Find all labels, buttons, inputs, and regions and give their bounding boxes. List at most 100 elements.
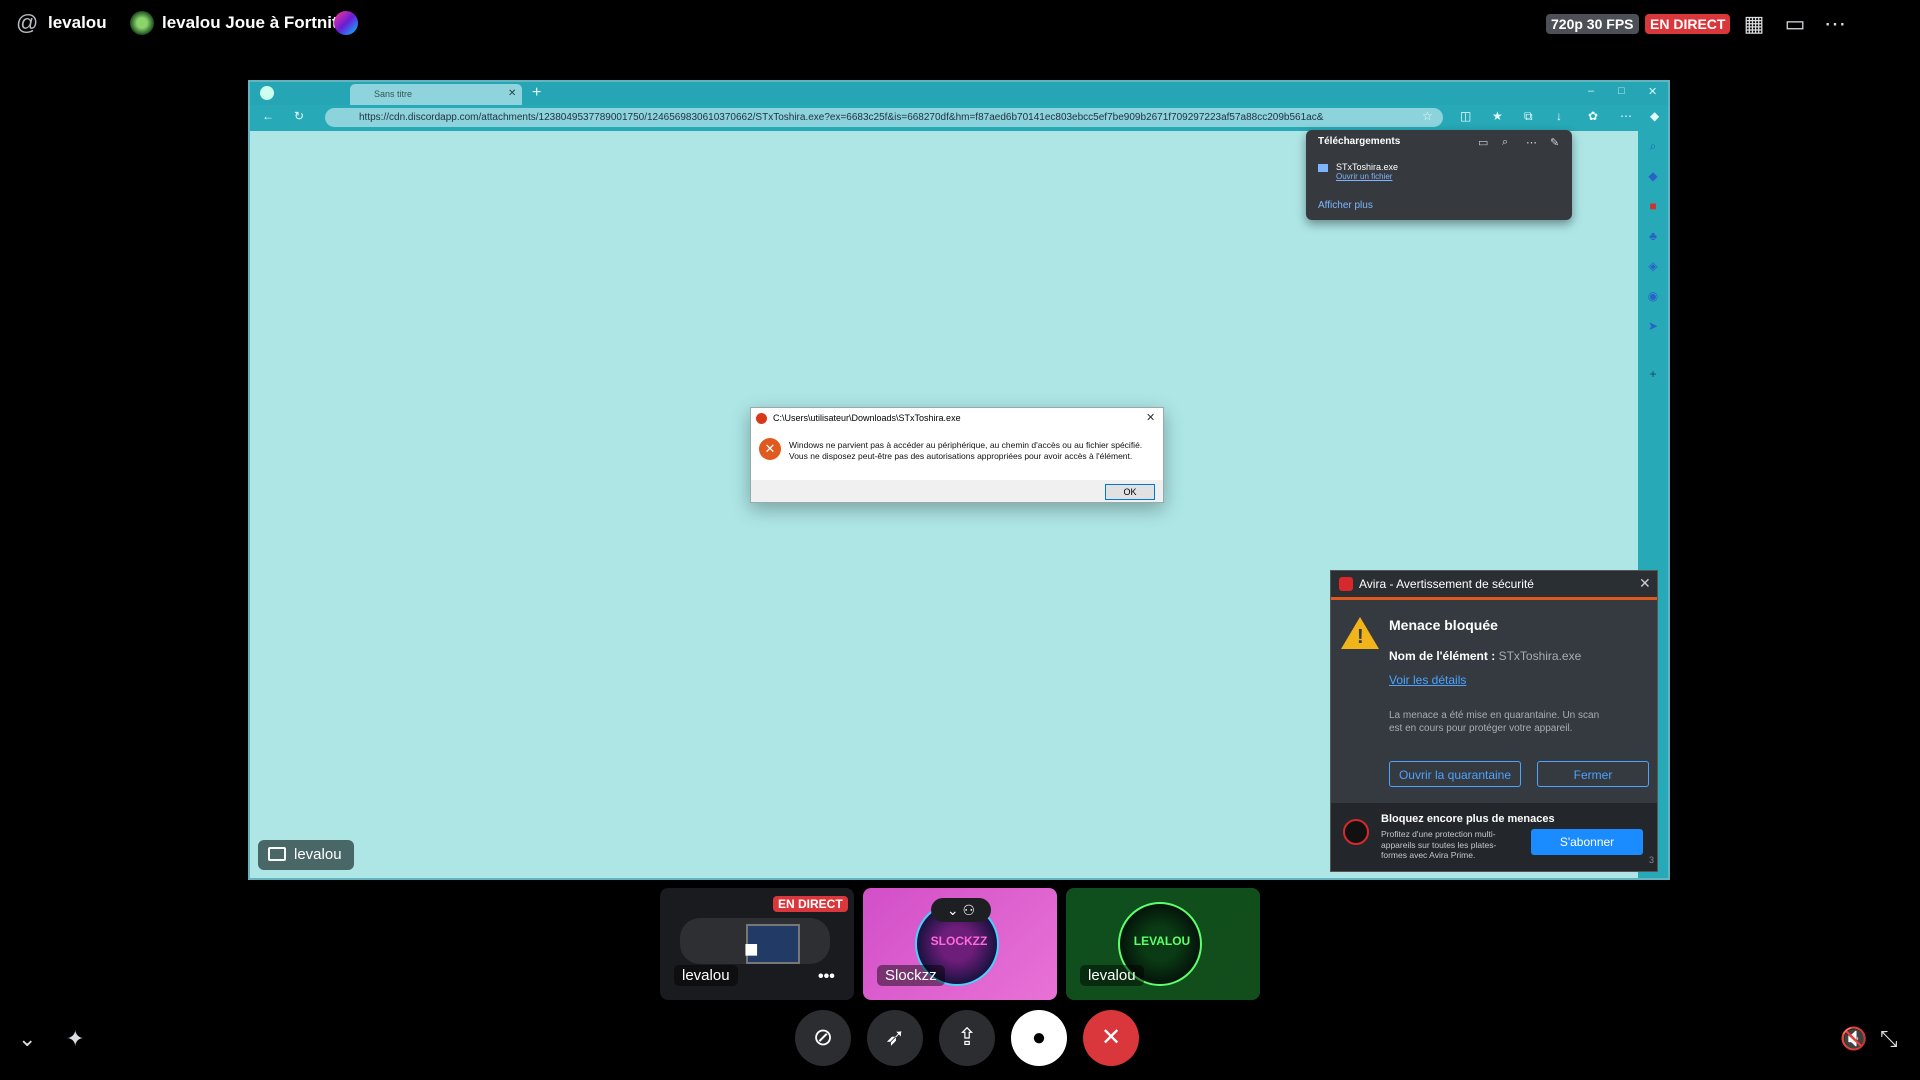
browser-nav-bar: ← ↻ https://cdn.discordapp.com/attachmen… xyxy=(250,105,1668,131)
open-file-link[interactable]: Ouvrir un fichier xyxy=(1336,172,1392,181)
favorites-icon[interactable]: ★ xyxy=(1492,109,1503,123)
new-tab-icon[interactable]: + xyxy=(532,84,541,102)
browser-tab-strip: Sans titre ✕ + – □ ✕ xyxy=(250,82,1668,105)
collections-icon[interactable]: ⧉ xyxy=(1524,109,1533,124)
error-line-2: Vous ne disposez peut-être pas des autor… xyxy=(789,451,1133,461)
disconnect-button[interactable]: ✕ xyxy=(1083,1010,1139,1066)
volume-muted-icon[interactable]: 🔇 xyxy=(1840,1026,1867,1052)
promo-title: Bloquez encore plus de menaces xyxy=(1381,813,1555,825)
promo-text: Profitez d'une protection multi-appareil… xyxy=(1381,829,1497,860)
grid-layout-icon[interactable]: ▦ xyxy=(1742,12,1766,36)
favorite-star-icon[interactable]: ☆ xyxy=(1422,109,1433,123)
item-name-label: Nom de l'élément : xyxy=(1389,649,1496,663)
tile-name: levalou xyxy=(1080,965,1144,986)
download-filename[interactable]: STxToshira.exe xyxy=(1336,162,1398,172)
url-bar[interactable]: https://cdn.discordapp.com/attachments/1… xyxy=(325,108,1443,127)
sidebar-tools-icon[interactable]: ■ xyxy=(1646,199,1660,213)
participant-tile-slockzz[interactable]: SLOCKZZ ⌄ ⚇ Slockzz xyxy=(863,888,1057,1000)
downloads-icon[interactable]: ↓ xyxy=(1556,109,1562,123)
sidebar-send-icon[interactable]: ➤ xyxy=(1646,319,1660,333)
camera-icon: ■ xyxy=(744,936,759,963)
sidebar-search-icon[interactable]: ⌕ xyxy=(1646,139,1660,153)
microphone-button[interactable]: ● xyxy=(1011,1010,1067,1066)
copilot-icon[interactable]: ◆ xyxy=(1650,109,1659,123)
game-avatar-icon xyxy=(130,11,154,35)
file-icon xyxy=(1318,164,1328,172)
avira-close-icon[interactable]: ✕ xyxy=(1639,575,1651,592)
ok-button[interactable]: OK xyxy=(1105,484,1155,500)
avira-promo: Bloquez encore plus de menaces Profitez … xyxy=(1331,803,1657,871)
downloads-search-icon[interactable]: ⌕ xyxy=(1502,136,1508,149)
screen-share-stream[interactable]: Sans titre ✕ + – □ ✕ ← ↻ https://cdn.dis… xyxy=(248,80,1670,880)
error-message: Windows ne parvient pas à accéder au pér… xyxy=(789,440,1159,462)
slockzz-avatar-text: SLOCKZZ xyxy=(930,934,988,948)
item-name-value: STxToshira.exe xyxy=(1498,649,1582,663)
threat-heading: Menace bloquée xyxy=(1389,617,1498,633)
top-bar: @ levalou levalou Joue à Fortnite 720p 3… xyxy=(0,0,1920,46)
levalou-avatar-text: LEVALOU xyxy=(1133,934,1191,948)
browser-tab[interactable]: Sans titre xyxy=(350,84,522,105)
show-more-link[interactable]: Afficher plus xyxy=(1318,200,1373,211)
at-icon: @ xyxy=(16,10,39,35)
participant-tile-levalou[interactable]: LEVALOU levalou xyxy=(1066,888,1260,1000)
channel-username[interactable]: levalou xyxy=(48,13,107,33)
stream-quality-badge: 720p 30 FPS xyxy=(1546,14,1639,34)
avira-logo-icon xyxy=(1339,577,1353,591)
maximize-icon[interactable]: □ xyxy=(1618,85,1625,97)
tile-controls[interactable]: ⌄ ⚇ xyxy=(931,898,991,922)
pin-icon[interactable]: ✎ xyxy=(1550,136,1559,149)
back-icon[interactable]: ← xyxy=(262,109,274,123)
more-options-icon[interactable]: ⋯ xyxy=(1823,12,1847,36)
activities-rocket-button[interactable]: ➶ xyxy=(867,1010,923,1066)
participant-tile-levalou-stream[interactable]: EN DIRECT ■ levalou ••• xyxy=(660,888,854,1000)
sidebar-outlook-icon[interactable]: ◉ xyxy=(1646,289,1660,303)
error-icon: ✕ xyxy=(759,438,781,460)
tab-close-icon[interactable]: ✕ xyxy=(508,88,516,99)
sidebar-add-icon[interactable]: + xyxy=(1646,367,1660,381)
popout-icon[interactable]: ▭ xyxy=(1783,12,1807,36)
stream-owner-tag: levalou xyxy=(258,840,354,870)
avira-alert: Avira - Avertissement de sécurité ✕ ! Me… xyxy=(1330,570,1658,872)
live-badge: EN DIRECT xyxy=(1645,14,1731,34)
error-dialog-title: C:\Users\utilisateur\Downloads\STxToshir… xyxy=(751,408,1163,428)
view-details-link[interactable]: Voir les détails xyxy=(1389,673,1466,687)
open-folder-icon[interactable]: ▭ xyxy=(1478,136,1488,149)
sidebar-office-icon[interactable]: ◈ xyxy=(1646,259,1660,273)
warning-exclamation: ! xyxy=(1357,626,1364,648)
screen-share-button[interactable]: ⇪ xyxy=(939,1010,995,1066)
downloads-more-icon[interactable]: ⋯ xyxy=(1526,136,1537,149)
screen-icon xyxy=(268,847,286,861)
refresh-icon[interactable]: ↻ xyxy=(294,109,304,123)
open-quarantine-button[interactable]: Ouvrir la quarantaine xyxy=(1389,761,1521,787)
sidebar-games-icon[interactable]: ♣ xyxy=(1646,229,1660,243)
browser-menu-icon[interactable]: ⋯ xyxy=(1620,109,1632,123)
sidebar-tag-icon[interactable]: ◆ xyxy=(1646,169,1660,183)
activity-sparkle-icon[interactable]: ✦ xyxy=(66,1026,84,1052)
camera-off-button[interactable]: ⊘ xyxy=(795,1010,851,1066)
profile-icon[interactable] xyxy=(260,86,274,100)
avira-title: Avira - Avertissement de sécurité xyxy=(1359,577,1534,591)
item-name-row: Nom de l'élément : STxToshira.exe xyxy=(1389,649,1581,663)
close-button[interactable]: Fermer xyxy=(1537,761,1649,787)
exit-fullscreen-icon[interactable]: ⤡ xyxy=(1880,1026,1898,1052)
subscribe-button[interactable]: S'abonner xyxy=(1531,829,1643,855)
fortnite-icon xyxy=(334,11,358,35)
error-small-icon xyxy=(756,413,767,424)
minimize-icon[interactable]: – xyxy=(1588,85,1594,97)
tile-name: Slockzz xyxy=(877,965,945,986)
tile-live-badge: EN DIRECT xyxy=(773,896,848,912)
tile-name: levalou xyxy=(674,965,738,986)
downloads-title: Téléchargements xyxy=(1318,136,1401,147)
split-screen-icon[interactable]: ◫ xyxy=(1460,109,1471,123)
error-dialog: C:\Users\utilisateur\Downloads\STxToshir… xyxy=(750,407,1164,503)
quarantine-message: La menace a été mise en quarantaine. Un … xyxy=(1389,710,1600,734)
error-close-icon[interactable]: ✕ xyxy=(1146,411,1155,424)
tile-more-icon[interactable]: ••• xyxy=(818,968,835,986)
downloads-panel: Téléchargements ▭ ⌕ ⋯ ✎ STxToshira.exe O… xyxy=(1306,130,1572,220)
extensions-icon[interactable]: ✿ xyxy=(1588,109,1598,123)
window-close-icon[interactable]: ✕ xyxy=(1648,85,1657,98)
collapse-chevron-icon[interactable]: ⌄ xyxy=(18,1026,36,1052)
avira-header: Avira - Avertissement de sécurité ✕ xyxy=(1331,571,1657,600)
stream-owner-name: levalou xyxy=(294,846,342,863)
activity-title: levalou Joue à Fortnite xyxy=(162,13,348,32)
